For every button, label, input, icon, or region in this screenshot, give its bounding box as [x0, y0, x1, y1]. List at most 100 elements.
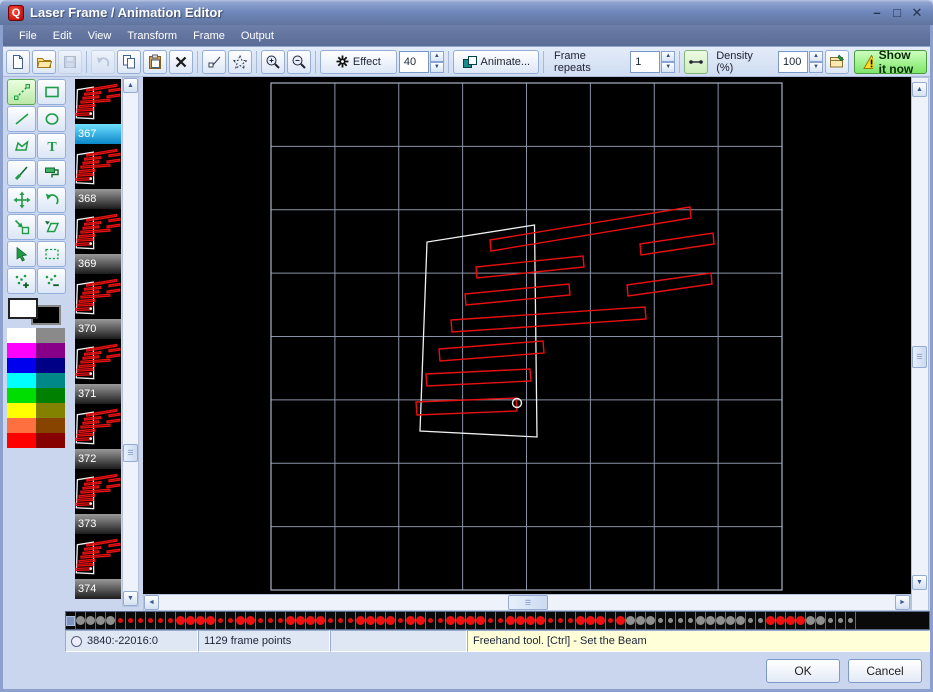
timeline-frame-dot[interactable]: [696, 612, 706, 629]
tool-resize[interactable]: [7, 214, 36, 240]
timeline-frame-dot[interactable]: [726, 612, 736, 629]
timeline-frame-dot[interactable]: [636, 612, 646, 629]
timeline-frame-dot[interactable]: [706, 612, 716, 629]
menu-item-file[interactable]: File: [11, 27, 45, 45]
effect-value[interactable]: 40: [398, 50, 429, 73]
timeline-frame-dot[interactable]: [256, 612, 266, 629]
zoom-in-button[interactable]: [260, 49, 285, 74]
frame-thumbnail[interactable]: [75, 274, 121, 319]
frame-item-372[interactable]: 372: [75, 404, 121, 469]
scroll-left-arrow[interactable]: ◄: [144, 595, 159, 610]
density-value[interactable]: 100: [778, 50, 809, 73]
frame-number-label[interactable]: 367: [75, 124, 121, 144]
timeline-frame-dot[interactable]: [846, 612, 856, 629]
timeline-frame-dot[interactable]: [536, 612, 546, 629]
palette-color-4[interactable]: [7, 388, 36, 403]
timeline-frame-dot[interactable]: [96, 612, 106, 629]
timeline-frame-dot[interactable]: [616, 612, 626, 629]
frame-repeats-up-button[interactable]: ▲: [661, 50, 676, 62]
frame-thumbnail[interactable]: [75, 339, 121, 384]
frame-list-scrollbar[interactable]: ▲ ☰ ▼: [122, 77, 139, 607]
timeline-frame-dot[interactable]: [166, 612, 176, 629]
timeline-frame-dot[interactable]: [356, 612, 366, 629]
frame-thumbnail[interactable]: [75, 469, 121, 514]
menu-item-output[interactable]: Output: [233, 27, 282, 45]
menu-item-frame[interactable]: Frame: [185, 27, 233, 45]
canvas-hscrollbar[interactable]: ◄ ☰ ►: [143, 594, 911, 611]
timeline-frame-dot[interactable]: [796, 612, 806, 629]
foreground-swatch[interactable]: [8, 298, 38, 319]
palette-color-5[interactable]: [7, 403, 36, 418]
timeline-frame-dot[interactable]: [176, 612, 186, 629]
timeline-frame-dot[interactable]: [266, 612, 276, 629]
palette-color-0[interactable]: [7, 328, 36, 343]
palette-color-dark-1[interactable]: [36, 343, 65, 358]
timeline-frame-dot[interactable]: [126, 612, 136, 629]
timeline-frame-dot[interactable]: [626, 612, 636, 629]
timeline-frame-dot[interactable]: [136, 612, 146, 629]
menu-item-edit[interactable]: Edit: [45, 27, 80, 45]
palette-color-dark-6[interactable]: [36, 418, 65, 433]
scroll-down-arrow[interactable]: ▼: [123, 591, 138, 606]
palette-color-6[interactable]: [7, 418, 36, 433]
animate-button[interactable]: Animate...: [452, 49, 540, 74]
timeline-frame-dot[interactable]: [596, 612, 606, 629]
tool-rotate[interactable]: [37, 187, 66, 213]
timeline-frame-dot[interactable]: [86, 612, 96, 629]
frame-thumbnail[interactable]: [75, 404, 121, 449]
scroll-thumb[interactable]: ☰: [508, 595, 548, 610]
timeline-frame-dot[interactable]: [526, 612, 536, 629]
timeline-frame-dot[interactable]: [206, 612, 216, 629]
timeline-frame-dot[interactable]: [396, 612, 406, 629]
palette-color-dark-4[interactable]: [36, 388, 65, 403]
tool-ellipse[interactable]: [37, 106, 66, 132]
timeline-frame-dot[interactable]: [746, 612, 756, 629]
timeline-frame-dot[interactable]: [756, 612, 766, 629]
timeline-frame-dot[interactable]: [446, 612, 456, 629]
timeline-frame-dot[interactable]: [316, 612, 326, 629]
effect-up-button[interactable]: ▲: [429, 50, 444, 62]
select-points-button[interactable]: [227, 49, 252, 74]
density-up-button[interactable]: ▲: [809, 50, 824, 62]
timeline-frame-dot[interactable]: [676, 612, 686, 629]
frame-repeats-down-button[interactable]: ▼: [661, 61, 676, 73]
timeline-frame-dot[interactable]: [586, 612, 596, 629]
timeline-frame-dot[interactable]: [416, 612, 426, 629]
timeline-frame-dot[interactable]: [546, 612, 556, 629]
tool-select[interactable]: [7, 241, 36, 267]
timeline-frame-dot[interactable]: [806, 612, 816, 629]
timeline-strip[interactable]: [65, 611, 930, 630]
frame-number-label[interactable]: 373: [75, 514, 121, 534]
scroll-right-arrow[interactable]: ►: [895, 595, 910, 610]
ok-button[interactable]: OK: [766, 658, 840, 683]
tool-remove-points[interactable]: [37, 268, 66, 294]
timeline-frame-dot[interactable]: [216, 612, 226, 629]
frame-item-371[interactable]: 371: [75, 339, 121, 404]
palette-color-dark-2[interactable]: [36, 358, 65, 373]
timeline-frame-dot[interactable]: [456, 612, 466, 629]
frame-item-369[interactable]: 369: [75, 209, 121, 274]
save-button[interactable]: [58, 49, 82, 74]
edit-point-button[interactable]: [201, 49, 226, 74]
frame-item-373[interactable]: 373: [75, 469, 121, 534]
timeline-frame-dot[interactable]: [826, 612, 836, 629]
effect-button[interactable]: Effect: [319, 49, 397, 74]
frame-number-label[interactable]: 372: [75, 449, 121, 469]
frame-number-label[interactable]: 369: [75, 254, 121, 274]
scroll-thumb[interactable]: ☰: [912, 346, 927, 368]
timeline-frame-dot[interactable]: [116, 612, 126, 629]
frame-number-label[interactable]: 370: [75, 319, 121, 339]
show-it-now-button[interactable]: Show it now: [854, 48, 928, 76]
timeline-frame-dot[interactable]: [766, 612, 776, 629]
timeline-frame-dot[interactable]: [836, 612, 846, 629]
frame-thumbnail[interactable]: [75, 209, 121, 254]
timeline-frame-dot[interactable]: [106, 612, 116, 629]
timeline-frame-dot[interactable]: [336, 612, 346, 629]
undo-button[interactable]: [90, 49, 115, 74]
new-button[interactable]: [6, 49, 30, 74]
close-button[interactable]: ✕: [907, 3, 927, 23]
timeline-frame-dot[interactable]: [816, 612, 826, 629]
timeline-frame-dot[interactable]: [436, 612, 446, 629]
timeline-frame-dot[interactable]: [646, 612, 656, 629]
frame-item-370[interactable]: 370: [75, 274, 121, 339]
